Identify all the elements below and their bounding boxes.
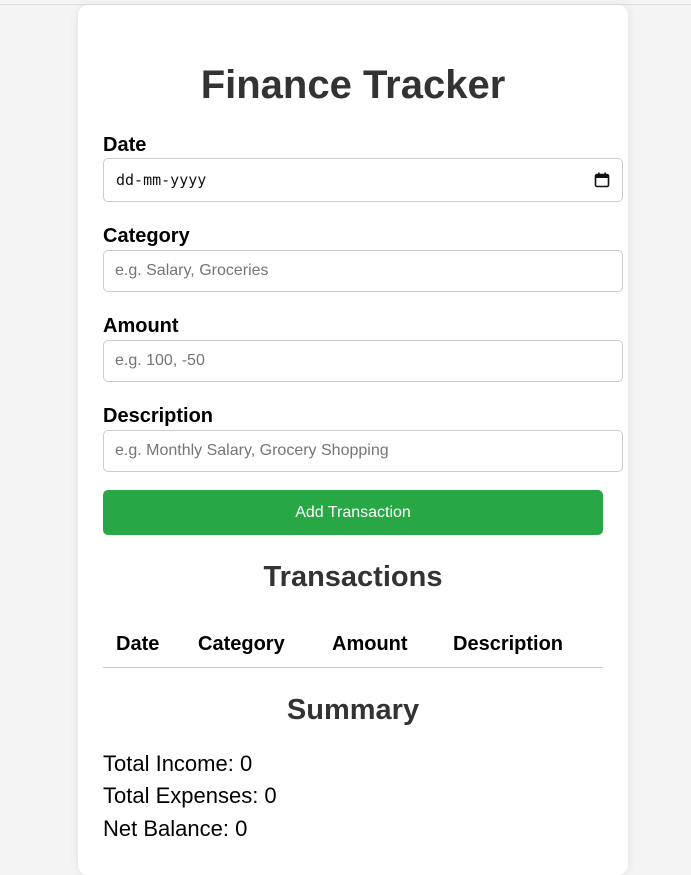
column-header-date: Date <box>116 633 160 655</box>
transactions-heading: Transactions <box>263 561 443 593</box>
net-balance: Net Balance: 0 <box>103 816 248 841</box>
date-input[interactable]: dd-mm-yyyy <box>103 158 623 202</box>
page-title: Finance Tracker <box>200 63 506 107</box>
description-label: Description <box>103 405 214 427</box>
finance-tracker-card: Finance Tracker Date dd-mm-yyyy Category… <box>78 5 628 875</box>
total-income: Total Income: 0 <box>103 751 253 776</box>
column-header-category: Category <box>198 633 285 655</box>
column-header-description: Description <box>453 633 564 655</box>
column-header-amount: Amount <box>332 633 408 655</box>
date-label: Date <box>103 134 147 156</box>
amount-label: Amount <box>103 315 179 337</box>
category-input[interactable] <box>103 250 623 292</box>
transactions-table: Date Category Amount Description <box>103 625 603 668</box>
summary-heading: Summary <box>286 694 420 726</box>
description-input[interactable] <box>103 430 623 472</box>
calendar-icon[interactable] <box>594 172 610 188</box>
add-transaction-button[interactable]: Add Transaction <box>103 490 603 535</box>
category-label: Category <box>103 225 190 247</box>
date-input-value: dd-mm-yyyy <box>116 171 207 189</box>
amount-input[interactable] <box>103 340 623 382</box>
total-expenses: Total Expenses: 0 <box>103 783 277 808</box>
